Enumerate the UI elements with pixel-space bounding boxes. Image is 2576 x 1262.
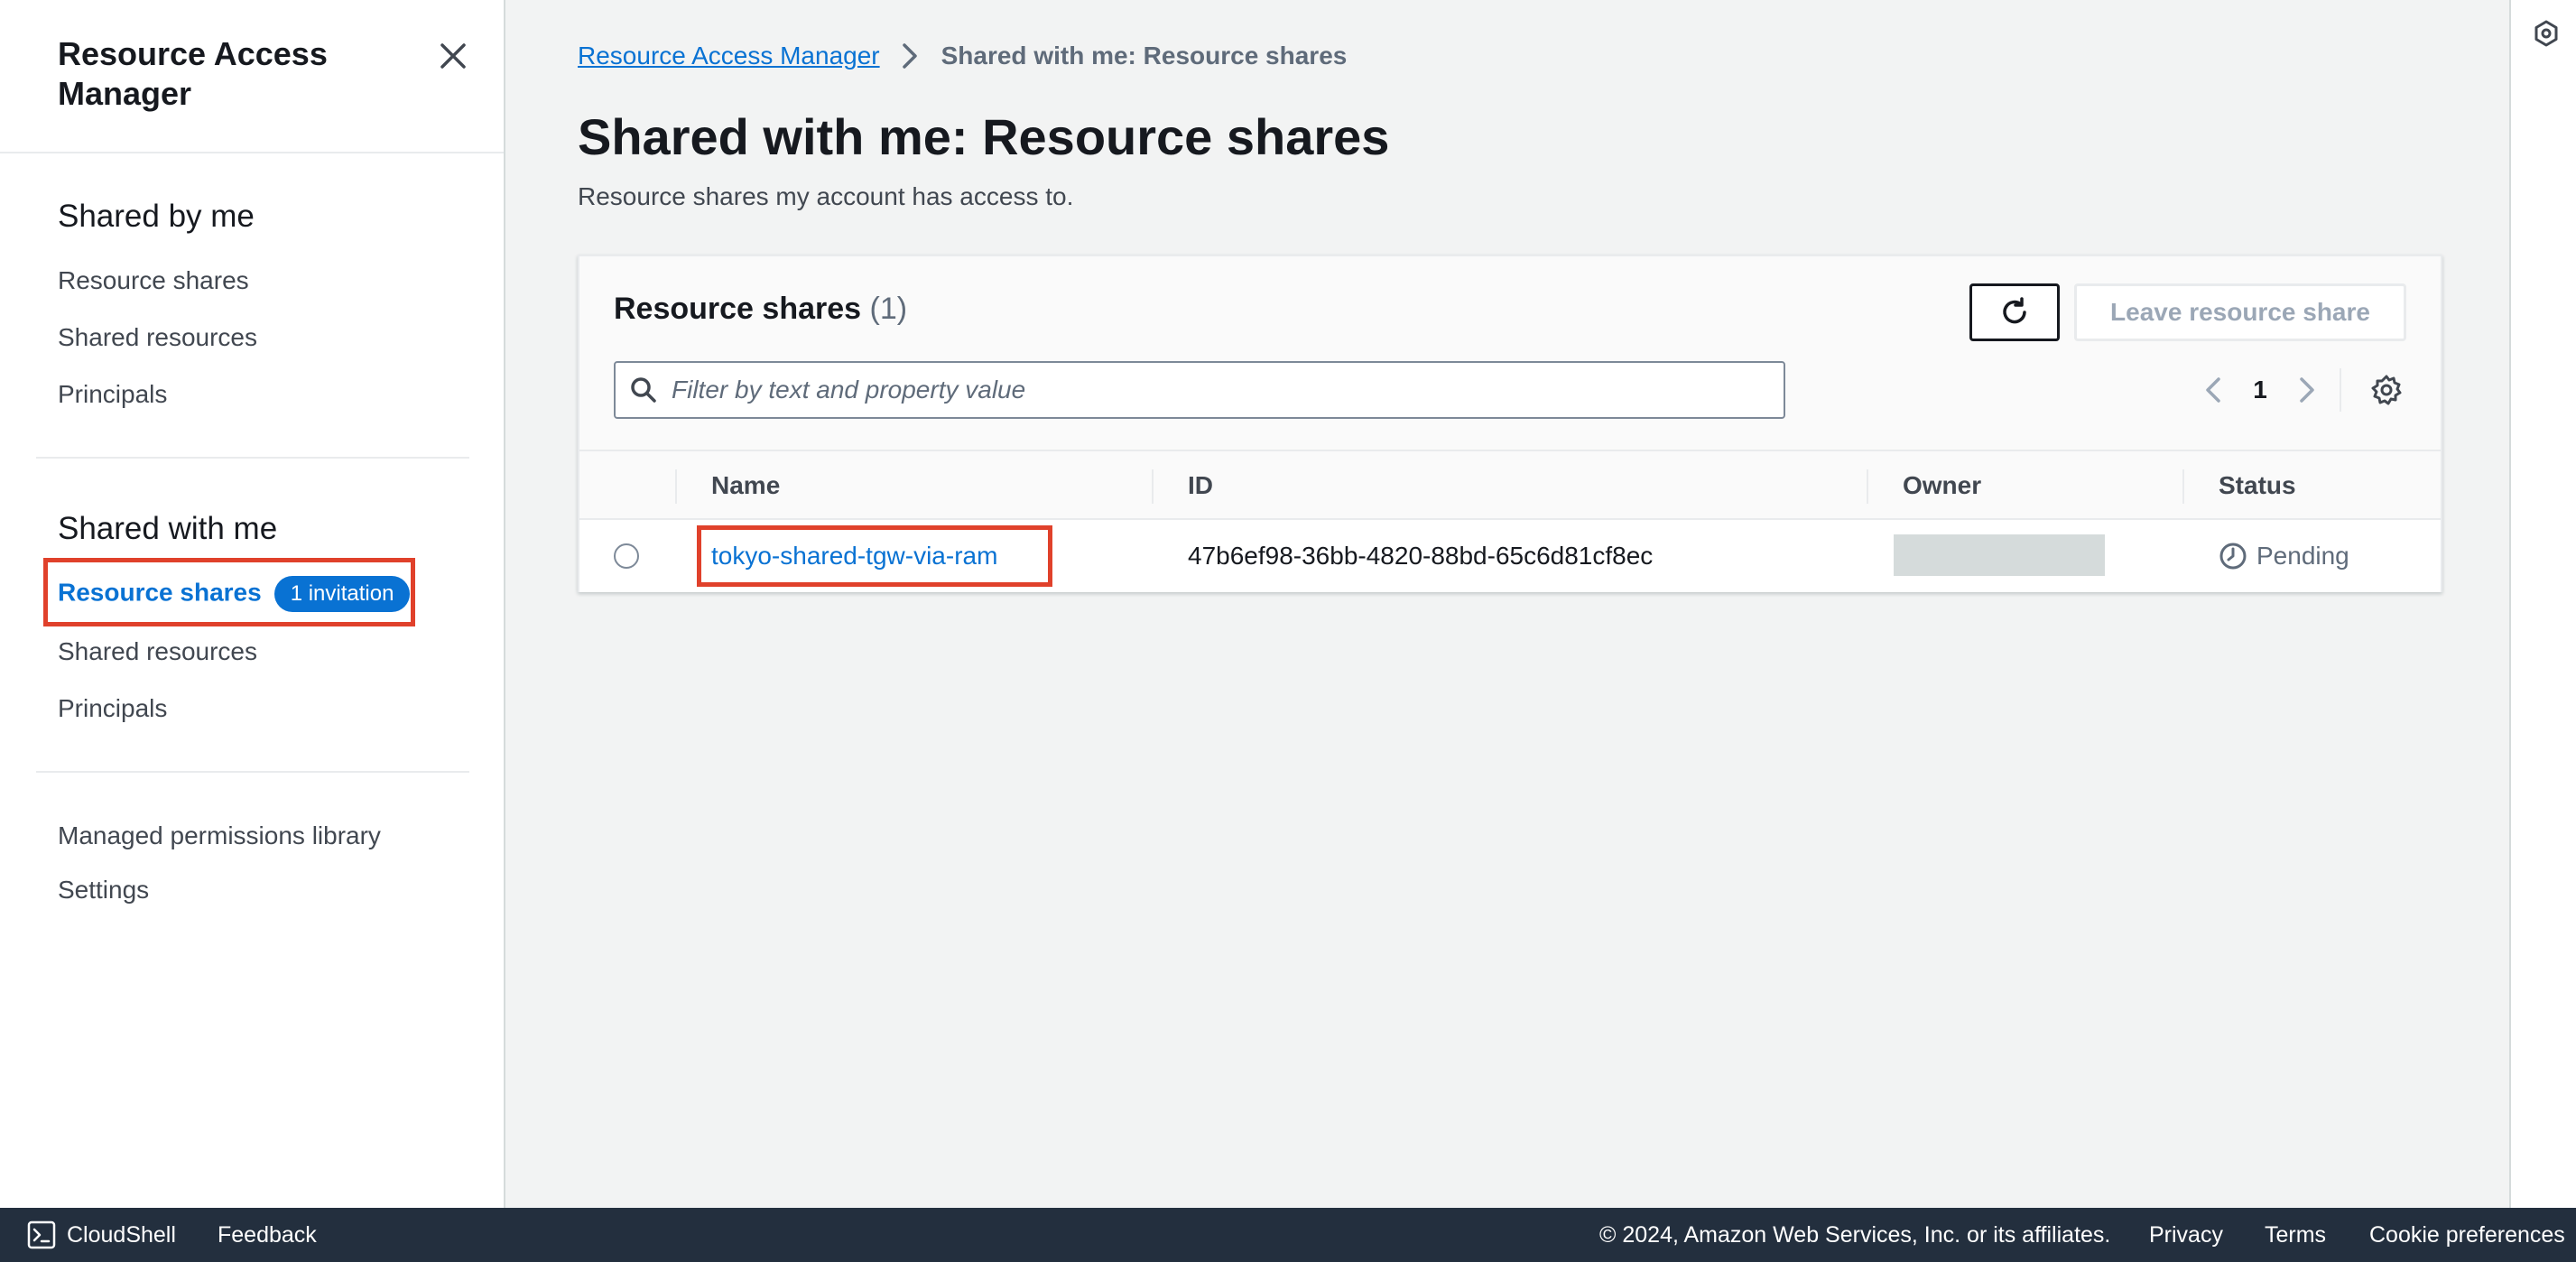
column-header-name[interactable]: Name xyxy=(711,451,780,520)
owner-redacted xyxy=(1894,534,2105,576)
table-header-row: Name ID Owner Status xyxy=(579,450,2441,520)
cloudshell-button[interactable]: CloudShell xyxy=(27,1208,176,1262)
highlight-box-sidebar xyxy=(43,558,415,626)
right-tools-rail xyxy=(2509,0,2576,1208)
terminal-icon xyxy=(27,1220,56,1249)
pagination-divider xyxy=(2340,368,2341,412)
sidebar-divider xyxy=(36,771,469,773)
breadcrumb: Resource Access Manager Shared with me: … xyxy=(578,40,1347,72)
sidebar-item-settings[interactable]: Settings xyxy=(58,874,149,906)
search-icon xyxy=(630,376,657,404)
filter-field[interactable] xyxy=(614,361,1785,419)
privacy-link[interactable]: Privacy xyxy=(2149,1208,2223,1262)
resource-shares-table-container: Resource shares (1) Leave resource share xyxy=(578,255,2442,592)
next-page-button[interactable] xyxy=(2289,361,2325,419)
table-row[interactable]: tokyo-shared-tgw-via-ram 47b6ef98-36bb-4… xyxy=(579,520,2441,592)
shared-with-me-heading: Shared with me xyxy=(58,511,278,546)
sidebar-item-managed-permissions-library[interactable]: Managed permissions library xyxy=(58,820,381,852)
console-footer: CloudShell Feedback © 2024, Amazon Web S… xyxy=(0,1208,2576,1262)
status-text: Pending xyxy=(2256,542,2349,570)
refresh-icon xyxy=(2003,297,2026,324)
breadcrumb-current: Shared with me: Resource shares xyxy=(941,42,1348,70)
table-count: (1) xyxy=(869,292,908,326)
sidebar-item-shared-by-me-principals[interactable]: Principals xyxy=(58,378,167,411)
row-select-radio[interactable] xyxy=(614,543,639,569)
chevron-left-icon xyxy=(2206,377,2220,403)
cloudshell-label: CloudShell xyxy=(67,1222,176,1248)
page-title: Shared with me: Resource shares xyxy=(578,108,1390,165)
chevron-right-icon xyxy=(2300,377,2314,403)
sidebar-item-shared-by-me-resource-shares[interactable]: Resource shares xyxy=(58,264,249,297)
gear-icon xyxy=(2371,375,2402,405)
table-title: Resource shares (1) xyxy=(614,289,907,329)
filter-input[interactable] xyxy=(672,376,1755,404)
column-divider xyxy=(1867,469,1868,504)
close-icon xyxy=(440,43,466,69)
previous-page-button[interactable] xyxy=(2195,361,2231,419)
tools-panel-button[interactable] xyxy=(2531,18,2562,49)
column-divider xyxy=(675,469,677,504)
sidebar-item-shared-with-me-shared-resources[interactable]: Shared resources xyxy=(58,636,257,668)
status-cell: Pending xyxy=(2219,520,2349,592)
sidebar-header: Resource Access Manager xyxy=(0,0,504,153)
table-preferences-button[interactable] xyxy=(2359,363,2414,417)
cookie-preferences-link[interactable]: Cookie preferences xyxy=(2369,1208,2565,1262)
chevron-right-icon xyxy=(902,42,918,70)
sidebar-divider xyxy=(36,457,469,459)
column-header-owner[interactable]: Owner xyxy=(1903,451,1981,520)
terms-link[interactable]: Terms xyxy=(2265,1208,2326,1262)
column-divider xyxy=(2182,469,2184,504)
pagination: 1 xyxy=(2195,361,2325,419)
close-sidebar-button[interactable] xyxy=(431,34,475,78)
table-header-area: Resource shares (1) Leave resource share xyxy=(579,256,2441,450)
sidebar-item-shared-with-me-principals[interactable]: Principals xyxy=(58,692,167,725)
refresh-button[interactable] xyxy=(1969,283,2060,341)
breadcrumb-link-resource-access-manager[interactable]: Resource Access Manager xyxy=(578,40,880,72)
column-header-status[interactable]: Status xyxy=(2219,451,2296,520)
resource-share-id-cell: 47b6ef98-36bb-4820-88bd-65c6d81cf8ec xyxy=(1188,542,1654,570)
shared-by-me-heading: Shared by me xyxy=(58,199,255,234)
sidebar-title[interactable]: Resource Access Manager xyxy=(58,34,365,114)
column-header-id[interactable]: ID xyxy=(1188,451,1213,520)
highlight-box-row xyxy=(697,525,1052,587)
side-navigation: Resource Access Manager Shared by me Res… xyxy=(0,0,505,1208)
leave-resource-share-button[interactable]: Leave resource share xyxy=(2074,283,2406,341)
sidebar-item-shared-by-me-shared-resources[interactable]: Shared resources xyxy=(58,321,257,354)
table-title-text: Resource shares xyxy=(614,292,862,326)
clock-icon xyxy=(2219,542,2247,571)
copyright-text: © 2024, Amazon Web Services, Inc. or its… xyxy=(1599,1222,2111,1248)
page-description: Resource shares my account has access to… xyxy=(578,182,1074,210)
feedback-link[interactable]: Feedback xyxy=(218,1208,317,1262)
hexagon-icon xyxy=(2534,20,2558,47)
page-number-button[interactable]: 1 xyxy=(2231,376,2289,404)
column-divider xyxy=(1152,469,1154,504)
